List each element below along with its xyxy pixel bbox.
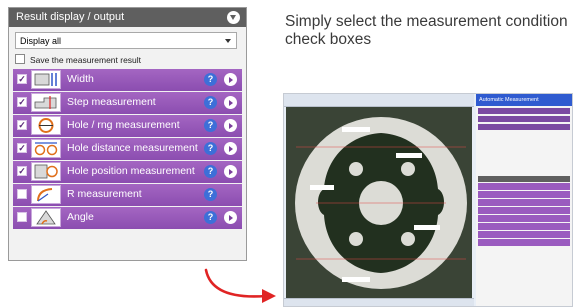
red-arrow-icon	[204, 268, 276, 303]
